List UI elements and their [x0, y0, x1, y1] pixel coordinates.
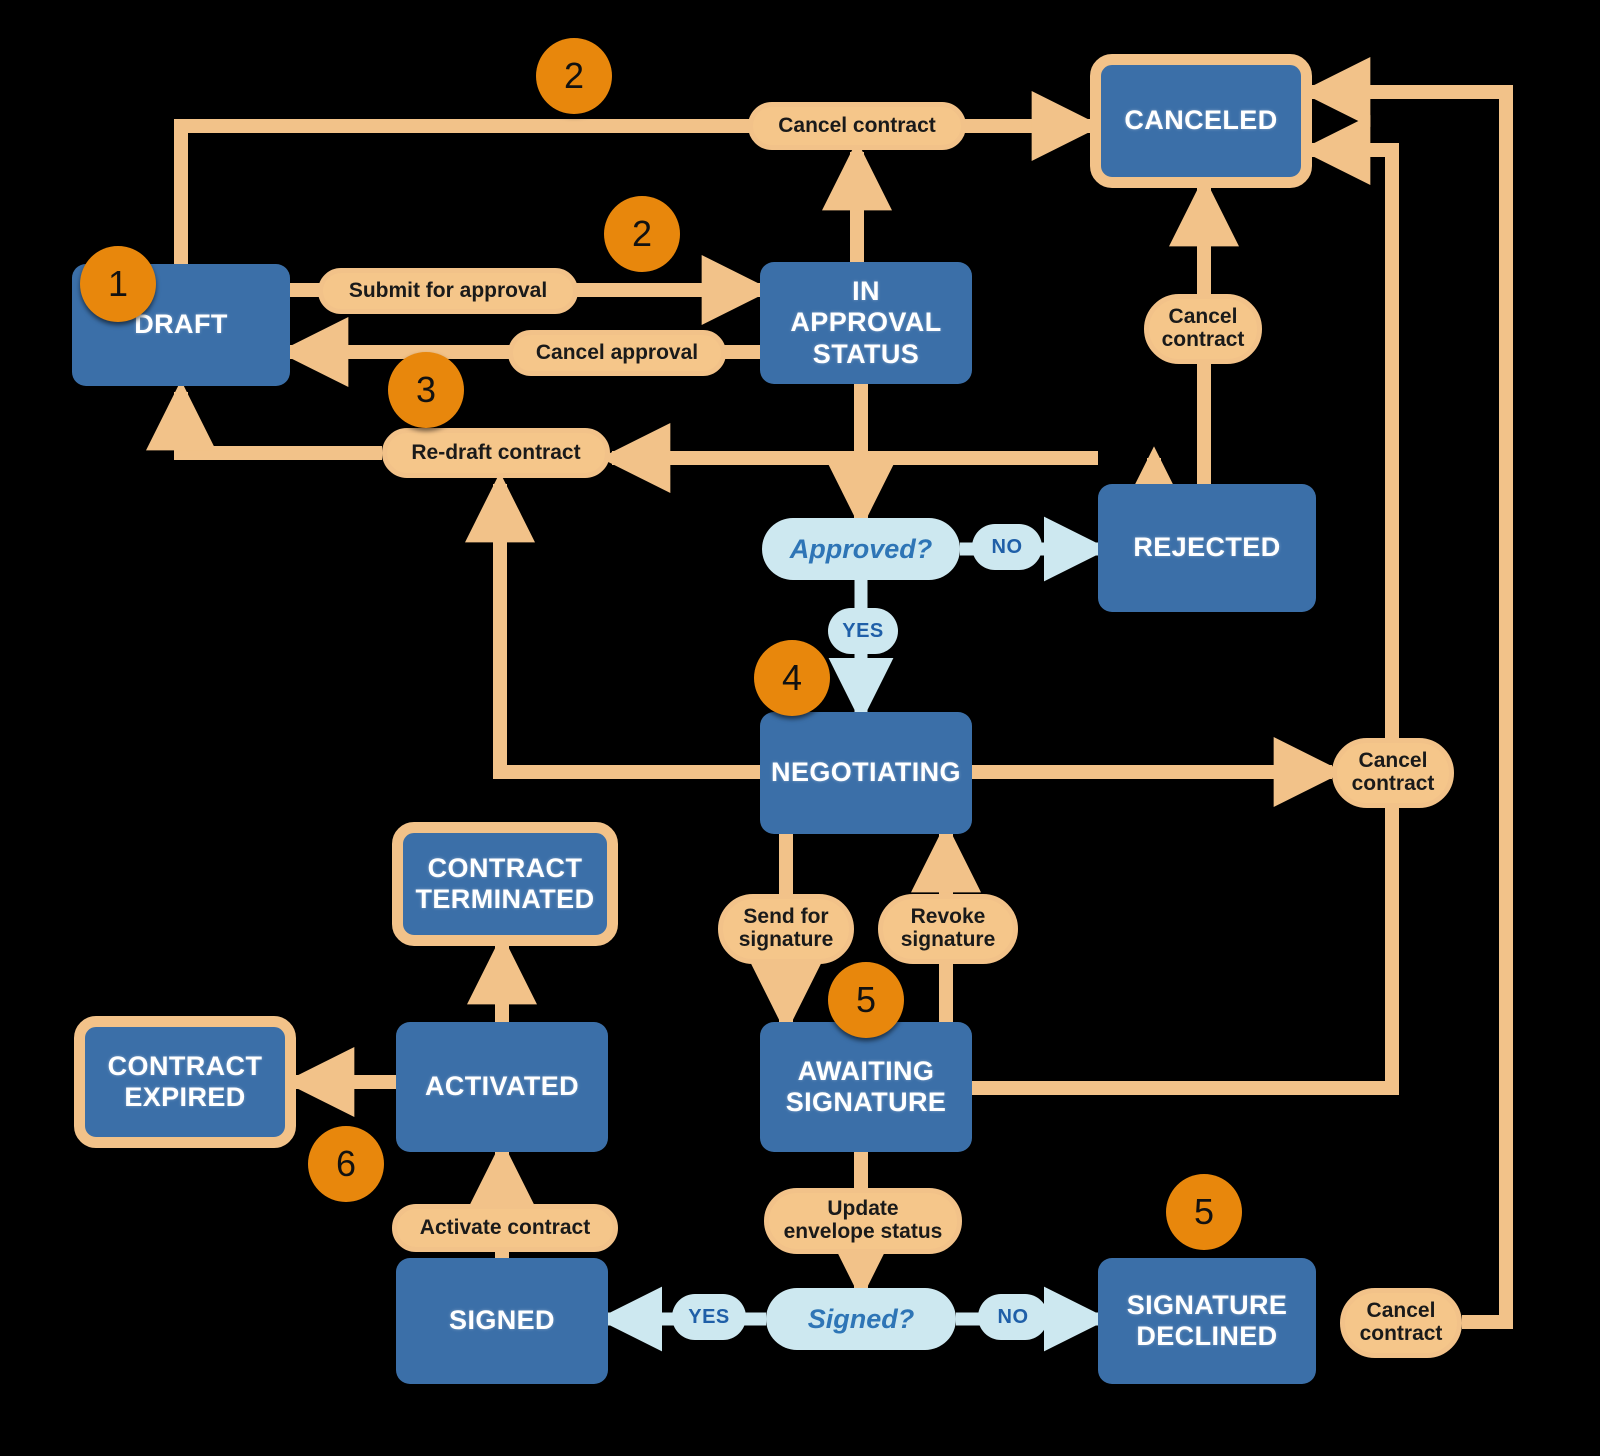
state-in-approval-status[interactable]: IN APPROVAL STATUS	[760, 262, 972, 384]
decision-label: Approved?	[789, 533, 933, 564]
step-badge-1: 1	[80, 246, 156, 322]
state-label: ACTIVATED	[424, 1071, 580, 1102]
branch-label: NO	[991, 535, 1023, 558]
step-badge-3: 3	[388, 352, 464, 428]
badge-number: 5	[1193, 1191, 1215, 1232]
branch-label: NO	[997, 1305, 1029, 1328]
badge-number: 2	[563, 55, 585, 96]
state-label: CANCELED	[1124, 105, 1278, 136]
state-canceled[interactable]: CANCELED	[1090, 54, 1312, 188]
step-badge-5-signature: 5	[828, 962, 904, 1038]
state-label: AWAITING SIGNATURE	[785, 1055, 947, 1117]
action-update-envelope-status[interactable]: Update envelope status	[764, 1188, 962, 1254]
action-cancel-contract-top[interactable]: Cancel contract	[748, 102, 966, 150]
badge-number: 6	[335, 1143, 357, 1184]
state-label: NEGOTIATING	[771, 757, 961, 788]
branch-label-signed-no: NO	[978, 1294, 1048, 1340]
decision-label: Signed?	[807, 1303, 915, 1334]
state-label: SIGNATURE DECLINED	[1126, 1289, 1288, 1351]
branch-label-approved-no: NO	[972, 524, 1042, 570]
action-label: Cancel contract	[778, 113, 936, 137]
action-submit-for-approval[interactable]: Submit for approval	[318, 268, 578, 314]
branch-label: YES	[688, 1305, 730, 1328]
badge-number: 4	[781, 657, 803, 698]
badge-number: 1	[107, 263, 129, 304]
branch-label-signed-yes: YES	[672, 1294, 746, 1340]
action-cancel-contract-rejected[interactable]: Cancel contract	[1144, 294, 1262, 364]
state-label: CONTRACT EXPIRED	[107, 1050, 263, 1112]
action-label: Re-draft contract	[411, 440, 581, 464]
badge-number: 2	[631, 213, 653, 254]
state-label: CONTRACT TERMINATED	[415, 852, 595, 914]
state-signed[interactable]: SIGNED	[396, 1258, 608, 1384]
action-send-for-signature[interactable]: Send for signature	[718, 894, 854, 964]
step-badge-5-declined: 5	[1166, 1174, 1242, 1250]
state-contract-expired[interactable]: CONTRACT EXPIRED	[74, 1016, 296, 1148]
step-badge-2-approval: 2	[604, 196, 680, 272]
badge-number: 5	[855, 979, 877, 1020]
action-label: Cancel contract	[1359, 1299, 1443, 1345]
branch-label-approved-yes: YES	[828, 608, 898, 654]
state-label: DRAFT	[134, 309, 228, 340]
state-rejected[interactable]: REJECTED	[1098, 484, 1316, 612]
action-revoke-signature[interactable]: Revoke signature	[878, 894, 1018, 964]
action-label: Cancel approval	[535, 340, 699, 364]
state-label: SIGNED	[449, 1305, 555, 1336]
state-label: REJECTED	[1133, 532, 1281, 563]
step-badge-2-top: 2	[536, 38, 612, 114]
action-cancel-approval[interactable]: Cancel approval	[508, 330, 726, 376]
action-label: Update envelope status	[783, 1197, 943, 1243]
action-label: Cancel contract	[1351, 749, 1435, 795]
state-negotiating[interactable]: NEGOTIATING	[760, 712, 972, 834]
badge-number: 3	[415, 369, 437, 410]
decision-approved[interactable]: Approved?	[762, 518, 960, 580]
state-signature-declined[interactable]: SIGNATURE DECLINED	[1098, 1258, 1316, 1384]
step-badge-4: 4	[754, 640, 830, 716]
branch-label: YES	[842, 619, 884, 642]
action-activate-contract[interactable]: Activate contract	[392, 1204, 618, 1252]
action-redraft-contract[interactable]: Re-draft contract	[382, 428, 610, 478]
state-contract-terminated[interactable]: CONTRACT TERMINATED	[392, 822, 618, 946]
action-cancel-contract-negotiating[interactable]: Cancel contract	[1332, 738, 1454, 808]
action-label: Activate contract	[419, 1215, 591, 1239]
action-label: Send for signature	[738, 905, 834, 951]
action-label: Submit for approval	[348, 278, 548, 302]
action-label: Cancel contract	[1161, 305, 1245, 351]
state-label: IN APPROVAL STATUS	[790, 276, 942, 369]
diagram-canvas: DRAFT CANCELED IN APPROVAL STATUS REJECT…	[0, 0, 1600, 1456]
decision-signed[interactable]: Signed?	[766, 1288, 956, 1350]
step-badge-6: 6	[308, 1126, 384, 1202]
action-label: Revoke signature	[900, 905, 996, 951]
state-awaiting-signature[interactable]: AWAITING SIGNATURE	[760, 1022, 972, 1152]
action-cancel-contract-declined[interactable]: Cancel contract	[1340, 1288, 1462, 1358]
state-activated[interactable]: ACTIVATED	[396, 1022, 608, 1152]
